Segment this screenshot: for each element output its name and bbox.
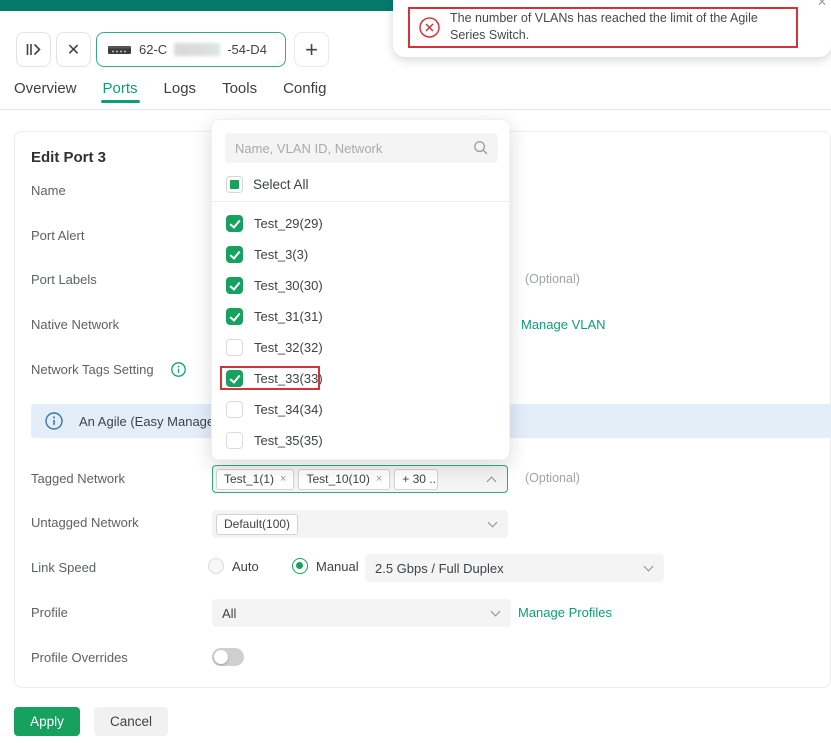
nav-divider xyxy=(0,109,831,110)
tab-overview[interactable]: Overview xyxy=(14,80,77,109)
chevron-down-icon xyxy=(488,518,498,528)
active-tab-underline xyxy=(101,100,140,103)
error-toast: The number of VLANs has reached the limi… xyxy=(393,0,831,57)
radio-off-icon[interactable] xyxy=(208,558,224,574)
port-alert-field-label: Port Alert xyxy=(31,228,84,243)
vlan-dropdown: Select All Test_29(29) Test_3(3) Test_30… xyxy=(211,119,510,460)
name-field-label: Name xyxy=(31,183,66,198)
untagged-network-field-label: Untagged Network xyxy=(31,515,139,530)
untagged-network-select[interactable]: Default(100) xyxy=(212,510,508,538)
tab-tools[interactable]: Tools xyxy=(222,80,257,109)
add-device-tab-button[interactable]: + xyxy=(294,32,329,67)
vlan-search[interactable] xyxy=(225,133,498,163)
checkbox-unchecked-icon[interactable] xyxy=(226,401,243,418)
toast-close-icon[interactable]: ✕ xyxy=(817,0,827,9)
profile-field-label: Profile xyxy=(31,605,68,620)
select-all-option[interactable]: Select All xyxy=(212,169,309,199)
plus-icon: + xyxy=(305,37,318,63)
cancel-button[interactable]: Cancel xyxy=(94,707,168,736)
tab-logs[interactable]: Logs xyxy=(164,80,197,109)
network-tags-field-label: Network Tags Setting xyxy=(31,362,186,380)
banner-text: An Agile (Easy Managed xyxy=(79,414,221,429)
chevron-up-icon xyxy=(487,477,497,487)
checkbox-checked-icon[interactable] xyxy=(226,370,243,387)
vlan-option-test-29[interactable]: Test_29(29) xyxy=(212,208,509,239)
vlan-option-test-35[interactable]: Test_35(35) xyxy=(212,425,509,456)
toggle-knob xyxy=(214,650,228,664)
device-name-suffix: -54-D4 xyxy=(227,42,267,57)
port-labels-field-label: Port Labels xyxy=(31,272,97,287)
link-speed-auto-radio[interactable]: Auto xyxy=(208,558,259,574)
search-icon xyxy=(473,140,489,156)
device-tab[interactable]: 62-C -54-D4 xyxy=(96,32,286,67)
chip-remove-icon[interactable]: × xyxy=(376,473,382,485)
vlan-option-test-34[interactable]: Test_34(34) xyxy=(212,394,509,425)
vlan-option-test-30[interactable]: Test_30(30) xyxy=(212,270,509,301)
device-name-redacted xyxy=(174,43,220,56)
link-speed-select[interactable]: 2.5 Gbps / Full Duplex xyxy=(365,554,664,582)
tagged-network-field-label: Tagged Network xyxy=(31,471,125,486)
port-labels-optional: (Optional) xyxy=(525,272,580,286)
device-name-prefix: 62-C xyxy=(139,42,167,57)
app-window: ✕ 62-C -54-D4 + Overview Ports Logs Tool… xyxy=(0,0,831,743)
tagged-chip[interactable]: Test_1(1) × xyxy=(216,469,294,490)
tagged-network-optional: (Optional) xyxy=(525,471,580,485)
tab-ports[interactable]: Ports xyxy=(103,80,138,109)
checkbox-checked-icon[interactable] xyxy=(226,215,243,232)
apply-button[interactable]: Apply xyxy=(14,707,80,736)
profile-overrides-field-label: Profile Overrides xyxy=(31,650,128,665)
radio-on-icon[interactable] xyxy=(292,558,308,574)
collapse-panel-icon xyxy=(26,43,41,56)
vlan-option-test-33[interactable]: Test_33(33) xyxy=(212,363,509,394)
tab-config[interactable]: Config xyxy=(283,80,326,109)
banner-info-icon xyxy=(45,412,63,430)
error-circle-icon xyxy=(419,17,440,38)
link-speed-field-label: Link Speed xyxy=(31,560,96,575)
close-icon: ✕ xyxy=(67,40,80,60)
vlan-option-test-32[interactable]: Test_32(32) xyxy=(212,332,509,363)
toast-message: The number of VLANs has reached the limi… xyxy=(450,10,792,44)
link-speed-manual-radio[interactable]: Manual xyxy=(292,558,359,574)
profile-overrides-toggle[interactable] xyxy=(212,648,244,666)
panel-title: Edit Port 3 xyxy=(31,149,106,166)
checkbox-checked-icon[interactable] xyxy=(226,308,243,325)
collapse-panel-button[interactable] xyxy=(16,32,51,67)
profile-select[interactable]: All xyxy=(212,599,511,627)
untagged-chip: Default(100) xyxy=(216,514,298,535)
native-network-field-label: Native Network xyxy=(31,317,119,332)
checkbox-unchecked-icon[interactable] xyxy=(226,339,243,356)
vlan-option-test-3[interactable]: Test_3(3) xyxy=(212,239,509,270)
checkbox-unchecked-icon[interactable] xyxy=(226,432,243,449)
checkbox-checked-icon[interactable] xyxy=(226,246,243,263)
tab-bar: Overview Ports Logs Tools Config xyxy=(14,80,326,109)
dropdown-divider xyxy=(212,201,509,202)
chip-remove-icon[interactable]: × xyxy=(280,473,286,485)
manage-vlan-link[interactable]: Manage VLAN xyxy=(521,317,606,332)
vlan-search-input[interactable] xyxy=(225,133,498,163)
manage-profiles-link[interactable]: Manage Profiles xyxy=(518,605,612,620)
checkbox-checked-icon[interactable] xyxy=(226,277,243,294)
tagged-network-multiselect[interactable]: Test_1(1) × Test_10(10) × + 30 ... xyxy=(212,465,508,493)
checkbox-indeterminate-icon[interactable] xyxy=(226,176,243,193)
network-tags-info-icon[interactable] xyxy=(171,362,186,380)
close-device-tab-button[interactable]: ✕ xyxy=(56,32,91,67)
chevron-down-icon xyxy=(491,607,501,617)
tagged-chip[interactable]: Test_10(10) × xyxy=(298,469,390,490)
vlan-option-test-31[interactable]: Test_31(31) xyxy=(212,301,509,332)
vlan-option-list: Test_29(29) Test_3(3) Test_30(30) Test_3… xyxy=(212,208,509,456)
switch-device-icon xyxy=(107,44,132,56)
chevron-down-icon xyxy=(644,562,654,572)
tagged-chip-overflow[interactable]: + 30 ... xyxy=(394,469,438,490)
